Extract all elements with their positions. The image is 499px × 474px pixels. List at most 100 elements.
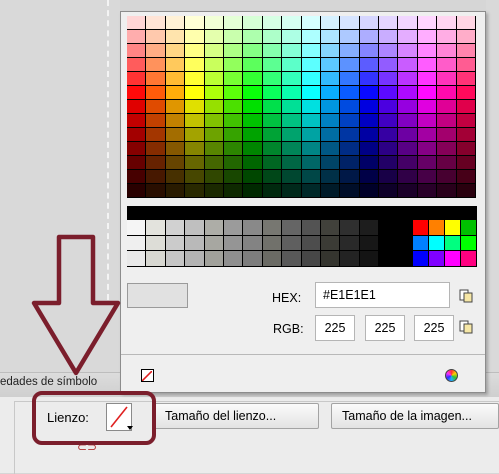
color-swatch[interactable]	[243, 58, 263, 72]
color-swatch[interactable]	[398, 30, 418, 44]
color-swatch[interactable]	[146, 128, 166, 142]
color-swatch[interactable]	[243, 72, 263, 86]
color-swatch[interactable]	[340, 44, 360, 58]
color-swatch[interactable]	[379, 128, 399, 142]
color-swatch[interactable]	[243, 114, 263, 128]
color-swatch[interactable]	[379, 142, 399, 156]
gray-swatch[interactable]	[204, 220, 224, 236]
color-swatch[interactable]	[204, 30, 224, 44]
gray-swatch[interactable]	[243, 220, 263, 236]
color-swatch[interactable]	[456, 72, 477, 86]
gray-swatch[interactable]	[262, 235, 283, 252]
gray-swatch[interactable]	[204, 251, 224, 267]
color-swatch[interactable]	[398, 142, 418, 156]
color-swatch[interactable]	[379, 86, 399, 100]
color-swatch[interactable]	[146, 16, 166, 30]
color-swatch[interactable]	[282, 184, 302, 198]
color-swatch[interactable]	[165, 142, 186, 156]
color-swatch[interactable]	[417, 100, 438, 114]
gray-swatch[interactable]	[301, 235, 321, 252]
gray-swatch[interactable]	[359, 220, 380, 236]
color-swatch[interactable]	[301, 100, 321, 114]
color-swatch[interactable]	[437, 44, 457, 58]
color-swatch[interactable]	[262, 170, 283, 184]
color-swatch[interactable]	[379, 58, 399, 72]
color-swatch-grid[interactable]	[127, 16, 477, 198]
color-swatch[interactable]	[127, 128, 147, 142]
color-swatch[interactable]	[437, 30, 457, 44]
basic-color-swatch[interactable]	[413, 220, 429, 236]
gray-swatch[interactable]	[340, 251, 360, 267]
color-swatch[interactable]	[398, 100, 418, 114]
copy-icon[interactable]	[459, 289, 473, 303]
gray-swatch[interactable]	[165, 235, 186, 252]
color-swatch[interactable]	[301, 86, 321, 100]
color-swatch[interactable]	[320, 114, 341, 128]
color-swatch[interactable]	[185, 142, 205, 156]
color-swatch[interactable]	[456, 16, 477, 30]
color-swatch[interactable]	[359, 142, 380, 156]
color-swatch[interactable]	[282, 86, 302, 100]
color-swatch[interactable]	[146, 72, 166, 86]
color-swatch[interactable]	[127, 100, 147, 114]
color-swatch[interactable]	[320, 184, 341, 198]
color-swatch[interactable]	[417, 184, 438, 198]
color-swatch[interactable]	[127, 58, 147, 72]
color-swatch[interactable]	[223, 72, 244, 86]
color-swatch[interactable]	[398, 72, 418, 86]
color-swatch[interactable]	[456, 30, 477, 44]
color-swatch[interactable]	[340, 128, 360, 142]
color-swatch[interactable]	[398, 184, 418, 198]
color-swatch[interactable]	[437, 170, 457, 184]
color-swatch[interactable]	[146, 44, 166, 58]
color-swatch[interactable]	[127, 184, 147, 198]
color-swatch[interactable]	[417, 142, 438, 156]
color-swatch[interactable]	[320, 44, 341, 58]
color-swatch[interactable]	[379, 114, 399, 128]
color-swatch[interactable]	[204, 142, 224, 156]
color-swatch[interactable]	[398, 58, 418, 72]
color-swatch[interactable]	[262, 142, 283, 156]
color-swatch[interactable]	[437, 100, 457, 114]
color-swatch[interactable]	[223, 44, 244, 58]
color-swatch[interactable]	[301, 156, 321, 170]
color-swatch[interactable]	[398, 128, 418, 142]
color-swatch[interactable]	[282, 142, 302, 156]
color-swatch[interactable]	[437, 72, 457, 86]
color-swatch[interactable]	[282, 44, 302, 58]
color-swatch[interactable]	[379, 44, 399, 58]
gray-swatch[interactable]	[243, 251, 263, 267]
color-swatch[interactable]	[456, 142, 477, 156]
gray-swatch[interactable]	[223, 220, 244, 236]
color-swatch[interactable]	[359, 170, 380, 184]
color-swatch[interactable]	[165, 128, 186, 142]
color-swatch[interactable]	[379, 170, 399, 184]
color-swatch[interactable]	[165, 72, 186, 86]
color-swatch[interactable]	[359, 16, 380, 30]
color-swatch[interactable]	[262, 86, 283, 100]
color-swatch[interactable]	[359, 100, 380, 114]
color-wheel-icon[interactable]	[445, 369, 458, 382]
color-swatch[interactable]	[204, 114, 224, 128]
color-swatch[interactable]	[185, 114, 205, 128]
color-swatch[interactable]	[456, 58, 477, 72]
color-swatch[interactable]	[127, 16, 147, 30]
gray-swatch[interactable]	[185, 235, 205, 252]
basic-color-swatch[interactable]	[413, 235, 429, 252]
color-swatch[interactable]	[262, 156, 283, 170]
color-swatch[interactable]	[320, 100, 341, 114]
color-swatch[interactable]	[456, 156, 477, 170]
color-swatch[interactable]	[417, 16, 438, 30]
basic-color-swatch[interactable]	[429, 220, 445, 236]
gray-swatch[interactable]	[320, 220, 341, 236]
color-swatch[interactable]	[127, 44, 147, 58]
color-swatch[interactable]	[204, 58, 224, 72]
color-swatch[interactable]	[185, 44, 205, 58]
color-swatch[interactable]	[262, 58, 283, 72]
gray-swatch[interactable]	[340, 220, 360, 236]
gray-swatch[interactable]	[165, 251, 186, 267]
color-swatch[interactable]	[223, 184, 244, 198]
color-swatch[interactable]	[301, 114, 321, 128]
color-swatch[interactable]	[379, 156, 399, 170]
rgb-green-input[interactable]: 225	[365, 315, 405, 341]
